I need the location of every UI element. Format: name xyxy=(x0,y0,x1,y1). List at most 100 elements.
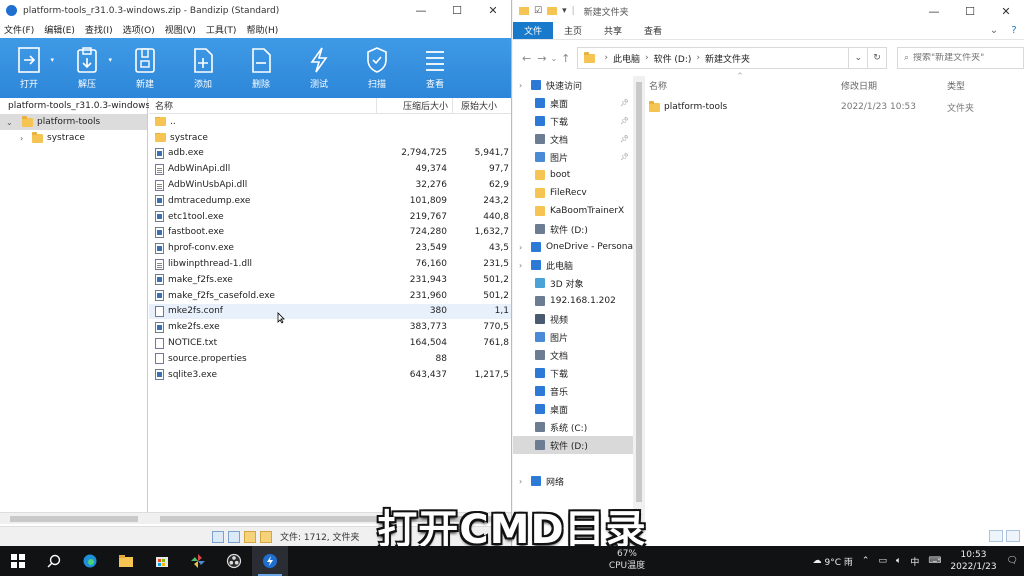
sidebar-item[interactable] xyxy=(513,454,633,472)
navigation-scroll-thumb[interactable] xyxy=(636,82,642,502)
table-row[interactable]: AdbWinApi.dll 49,374 97,7 xyxy=(149,161,511,177)
pin-icon[interactable]: 📌︎ xyxy=(620,117,629,125)
add-file-button[interactable]: 添加 xyxy=(174,38,232,98)
tree-root[interactable]: platform-tools_r31.0.3-windows.zip xyxy=(0,98,166,114)
search-input[interactable] xyxy=(913,53,1024,63)
sidebar-item[interactable]: 下载 xyxy=(513,364,633,382)
test-button[interactable]: 测试 xyxy=(290,38,348,98)
close-button[interactable]: ✕ xyxy=(475,0,511,21)
explorer-titlebar[interactable]: ☑ ▾ | 新建文件夹 — ☐ ✕ xyxy=(513,0,1024,22)
table-row[interactable]: mke2fs.exe 383,773 770,5 xyxy=(149,319,511,335)
qa-dropdown-icon[interactable]: ▾ xyxy=(562,6,567,16)
column-header-name[interactable]: 名称 xyxy=(645,79,841,92)
pin-icon[interactable]: 📌︎ xyxy=(620,153,629,161)
menu-options[interactable]: 选项(O) xyxy=(123,23,155,36)
table-row[interactable]: .. xyxy=(149,114,511,130)
breadcrumb-new-folder[interactable]: 新建文件夹 xyxy=(705,52,750,65)
pin-icon[interactable]: 📌︎ xyxy=(620,135,629,143)
sidebar-item[interactable]: › 网络 xyxy=(513,472,633,490)
tab-home[interactable]: 主页 xyxy=(553,22,593,39)
notification-icon[interactable]: 🗨︎ xyxy=(1007,556,1018,566)
open-dropdown-icon[interactable]: ▾ xyxy=(50,56,54,64)
sidebar-item[interactable]: 192.168.1.202 xyxy=(513,292,633,310)
network-icon[interactable]: ▭ xyxy=(878,556,887,566)
sidebar-item[interactable]: 软件 (D:) xyxy=(513,220,633,238)
delete-file-button[interactable]: 删除 xyxy=(232,38,290,98)
sidebar-item[interactable]: 音乐 xyxy=(513,382,633,400)
sidebar-item[interactable]: KaBoomTrainerX xyxy=(513,202,633,220)
table-row[interactable]: make_f2fs_casefold.exe 231,960 501,2 xyxy=(149,288,511,304)
table-row[interactable]: dmtracedump.exe 101,809 243,2 xyxy=(149,193,511,209)
forward-arrow-icon[interactable]: → xyxy=(534,52,549,65)
menu-file[interactable]: 文件(F) xyxy=(4,23,34,36)
table-row[interactable]: systrace xyxy=(149,130,511,146)
tray-chevron-up-icon[interactable]: ⌃ xyxy=(862,556,870,566)
search-box[interactable]: ⌕ xyxy=(896,47,1024,69)
menu-edit[interactable]: 编辑(E) xyxy=(44,23,75,36)
tab-file[interactable]: 文件 xyxy=(513,22,553,39)
weather-cloud-icon[interactable]: ☁ xyxy=(813,556,822,566)
tree-item-systrace[interactable]: › systrace xyxy=(0,130,147,146)
sidebar-item[interactable]: 3D 对象 xyxy=(513,274,633,292)
expand-chevron-right-icon[interactable]: › xyxy=(20,134,30,143)
extract-button[interactable]: 解压 ▾ xyxy=(58,38,116,98)
taskbar-file-explorer[interactable] xyxy=(108,546,144,576)
minimize-button[interactable]: — xyxy=(916,0,952,22)
sidebar-item[interactable]: 系统 (C:) xyxy=(513,418,633,436)
taskbar-app-pinwheel[interactable] xyxy=(180,546,216,576)
sidebar-item[interactable]: 图片 📌︎ xyxy=(513,148,633,166)
column-header-original[interactable]: 原始大小 xyxy=(453,98,511,113)
taskbar-clock[interactable]: 10:53 2022/1/23 xyxy=(950,549,996,573)
table-row[interactable]: hprof-conv.exe 23,549 43,5 xyxy=(149,240,511,256)
tab-view[interactable]: 查看 xyxy=(633,22,673,39)
sidebar-item[interactable]: 视频 xyxy=(513,310,633,328)
sidebar-item[interactable]: 软件 (D:) xyxy=(513,436,633,454)
view-button[interactable]: 查看 xyxy=(406,38,464,98)
pin-icon[interactable]: 📌︎ xyxy=(620,99,629,107)
weather-widget[interactable]: 9°C 雨 xyxy=(825,555,853,568)
column-header-compressed[interactable]: 压缩后大小 xyxy=(377,98,453,113)
expand-chevron-icon[interactable]: › xyxy=(519,261,522,270)
sidebar-item[interactable]: 下载 📌︎ xyxy=(513,112,633,130)
table-row[interactable]: make_f2fs.exe 231,943 501,2 xyxy=(149,272,511,288)
taskbar-edge[interactable] xyxy=(72,546,108,576)
address-bar[interactable]: › 此电脑 › 软件 (D:) › 新建文件夹 xyxy=(577,47,850,69)
table-row[interactable]: NOTICE.txt 164,504 761,8 xyxy=(149,335,511,351)
bandizip-titlebar[interactable]: platform-tools_r31.0.3-windows.zip - Ban… xyxy=(0,0,511,21)
breadcrumb-drive-d[interactable]: 软件 (D:) xyxy=(654,52,692,65)
sidebar-item[interactable]: boot xyxy=(513,166,633,184)
sidebar-item[interactable]: 文档 xyxy=(513,346,633,364)
menu-find[interactable]: 查找(I) xyxy=(85,23,113,36)
table-row[interactable]: mke2fs.conf 380 1,1 xyxy=(149,303,511,320)
tab-share[interactable]: 共享 xyxy=(593,22,633,39)
minimize-button[interactable]: — xyxy=(403,0,439,21)
sidebar-item[interactable]: 桌面 📌︎ xyxy=(513,94,633,112)
address-dropdown-icon[interactable]: ⌄ xyxy=(849,47,869,69)
table-row[interactable]: adb.exe 2,794,725 5,941,7 xyxy=(149,146,511,162)
extract-dropdown-icon[interactable]: ▾ xyxy=(108,56,112,64)
table-row[interactable]: libwinpthread-1.dll 76,160 231,5 xyxy=(149,256,511,272)
menu-tools[interactable]: 工具(T) xyxy=(206,23,237,36)
column-header-type[interactable]: 类型 xyxy=(947,79,1024,92)
sidebar-item[interactable]: › 快速访问 xyxy=(513,76,633,94)
expand-chevron-icon[interactable]: › xyxy=(519,81,522,90)
menu-help[interactable]: 帮助(H) xyxy=(246,23,278,36)
open-button[interactable]: 打开 ▾ xyxy=(0,38,58,98)
sidebar-item[interactable]: 图片 xyxy=(513,328,633,346)
list-item[interactable]: platform-tools 2022/1/23 10:53 文件夹 xyxy=(645,98,1024,116)
menu-view[interactable]: 视图(V) xyxy=(165,23,196,36)
sidebar-item[interactable]: 文档 📌︎ xyxy=(513,130,633,148)
close-button[interactable]: ✕ xyxy=(988,0,1024,22)
expand-chevron-down-icon[interactable]: ⌄ xyxy=(6,118,16,127)
table-row[interactable]: etc1tool.exe 219,767 440,8 xyxy=(149,209,511,225)
breadcrumb-this-pc[interactable]: 此电脑 xyxy=(613,52,640,65)
start-button[interactable] xyxy=(0,546,36,576)
tree-item-platform-tools[interactable]: ⌄ platform-tools xyxy=(0,114,147,130)
new-folder-icon[interactable] xyxy=(547,7,558,15)
expand-chevron-icon[interactable]: › xyxy=(519,243,522,252)
sidebar-item[interactable]: › OneDrive - Persona xyxy=(513,238,633,256)
taskbar-bandizip[interactable] xyxy=(252,546,288,576)
sidebar-item[interactable]: › 此电脑 xyxy=(513,256,633,274)
table-row[interactable]: AdbWinUsbApi.dll 32,276 62,9 xyxy=(149,177,511,193)
table-row[interactable]: sqlite3.exe 643,437 1,217,5 xyxy=(149,367,511,383)
